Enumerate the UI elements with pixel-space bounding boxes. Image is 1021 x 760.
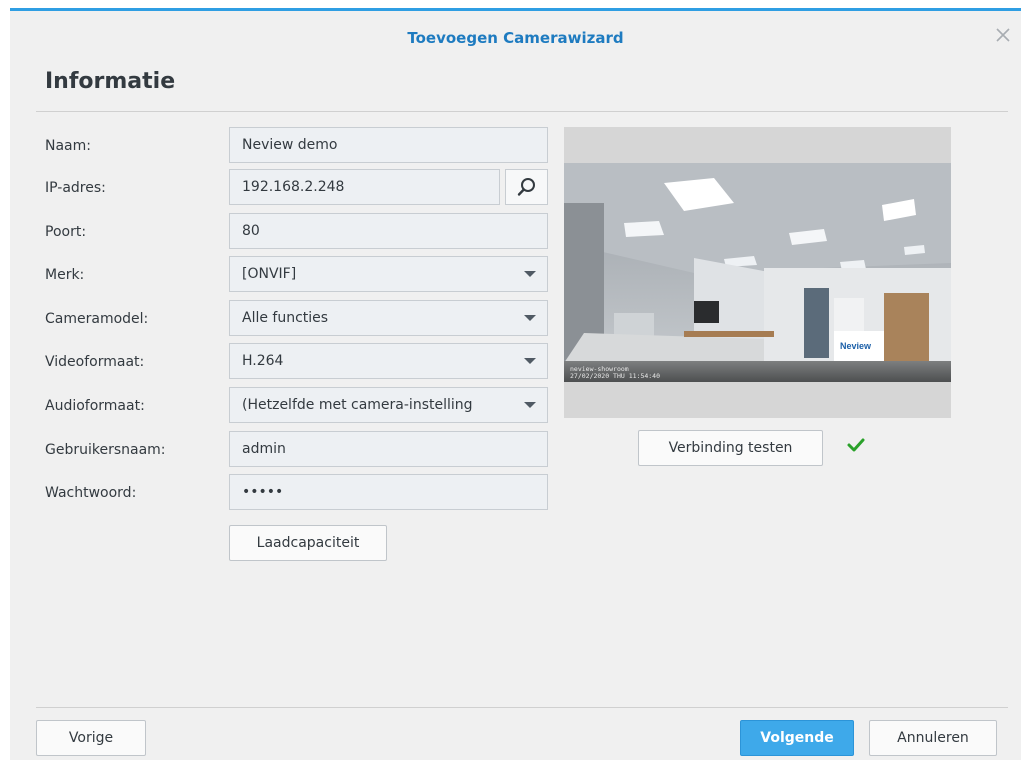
header-divider bbox=[36, 111, 1008, 112]
test-connection-button[interactable]: Verbinding testen bbox=[638, 430, 823, 466]
username-input-value: admin bbox=[242, 441, 286, 457]
ip-label: IP-adres: bbox=[45, 180, 106, 196]
brand-select-value: [ONVIF] bbox=[242, 266, 297, 282]
search-icon bbox=[517, 178, 535, 196]
close-button[interactable] bbox=[993, 25, 1013, 45]
close-icon bbox=[996, 28, 1010, 42]
next-button[interactable]: Volgende bbox=[740, 720, 854, 756]
search-camera-button[interactable] bbox=[505, 169, 548, 205]
model-label: Cameramodel: bbox=[45, 311, 149, 327]
username-label: Gebruikersnaam: bbox=[45, 442, 166, 458]
section-heading: Informatie bbox=[45, 69, 176, 94]
ip-input[interactable]: 192.168.2.248 bbox=[229, 169, 500, 205]
load-capacity-button[interactable]: Laadcapaciteit bbox=[229, 525, 387, 561]
name-label: Naam: bbox=[45, 138, 91, 154]
chevron-down-icon bbox=[524, 271, 536, 277]
port-input-value: 80 bbox=[242, 223, 260, 239]
name-input[interactable]: Neview demo bbox=[229, 127, 548, 163]
password-input[interactable]: ••••• bbox=[229, 474, 548, 510]
brand-select[interactable]: [ONVIF] bbox=[229, 256, 548, 292]
model-select-value: Alle functies bbox=[242, 310, 329, 326]
video-format-select[interactable]: H.264 bbox=[229, 343, 548, 379]
dialog-title: Toevoegen Camerawizard bbox=[407, 29, 624, 47]
cancel-button[interactable]: Annuleren bbox=[869, 720, 997, 756]
chevron-down-icon bbox=[524, 402, 536, 408]
password-label: Wachtwoord: bbox=[45, 485, 137, 501]
add-camera-wizard-dialog: Toevoegen Camerawizard Informatie Naam: … bbox=[10, 8, 1021, 760]
brand-label: Merk: bbox=[45, 267, 85, 283]
audio-format-select[interactable]: (Hetzelfde met camera-instelling bbox=[229, 387, 548, 423]
username-input[interactable]: admin bbox=[229, 431, 548, 467]
name-input-value: Neview demo bbox=[242, 137, 338, 153]
neview-sign-text: Neview bbox=[840, 341, 872, 351]
camera-overlay-timestamp: 27/02/2020 THU 11:54:40 bbox=[570, 372, 660, 380]
back-button[interactable]: Vorige bbox=[36, 720, 146, 756]
checkmark-icon bbox=[847, 438, 865, 452]
chevron-down-icon bbox=[524, 358, 536, 364]
audio-format-label: Audioformaat: bbox=[45, 398, 145, 414]
chevron-down-icon bbox=[524, 315, 536, 321]
password-input-value: ••••• bbox=[242, 484, 284, 500]
ip-input-value: 192.168.2.248 bbox=[242, 179, 345, 195]
audio-format-select-value: (Hetzelfde met camera-instelling bbox=[242, 397, 473, 413]
port-label: Poort: bbox=[45, 224, 87, 240]
video-format-label: Videoformaat: bbox=[45, 354, 145, 370]
video-format-select-value: H.264 bbox=[242, 353, 284, 369]
footer-divider bbox=[36, 707, 1008, 708]
port-input[interactable]: 80 bbox=[229, 213, 548, 249]
camera-preview-image: Neview neview-showroom 27/02/2020 THU 11… bbox=[564, 163, 951, 382]
model-select[interactable]: Alle functies bbox=[229, 300, 548, 336]
